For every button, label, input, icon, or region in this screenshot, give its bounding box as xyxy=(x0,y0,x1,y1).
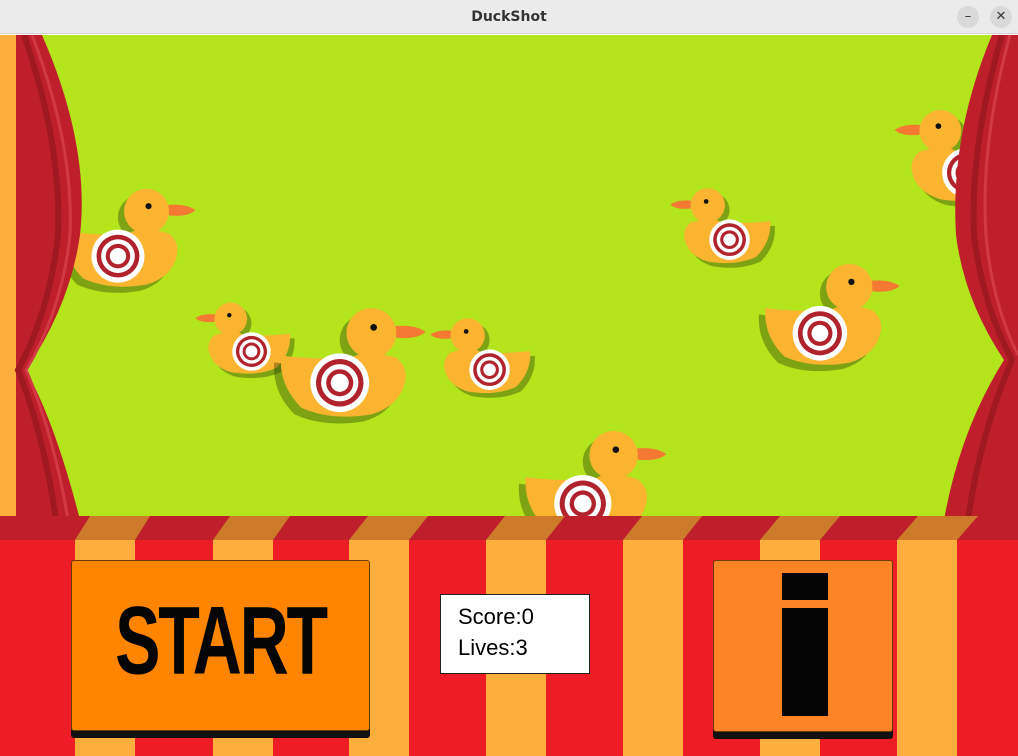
start-button[interactable]: START xyxy=(71,560,370,731)
info-button[interactable] xyxy=(713,560,893,732)
score-line: Score:0 xyxy=(458,601,589,632)
window-title: DuckShot xyxy=(471,9,547,25)
minimize-button[interactable]: – xyxy=(957,6,979,28)
lives-line: Lives:3 xyxy=(458,632,589,663)
score-label: Score: xyxy=(458,604,522,629)
info-i-icon xyxy=(782,573,828,716)
window-titlebar: DuckShot – ✕ xyxy=(0,0,1018,34)
lives-value: 3 xyxy=(515,635,528,660)
start-label: START xyxy=(115,587,328,695)
game-scene: START Score:0 Lives:3 xyxy=(0,35,1018,756)
close-button[interactable]: ✕ xyxy=(990,6,1012,28)
score-value: 0 xyxy=(521,604,534,629)
lives-label: Lives: xyxy=(458,635,516,660)
counter-top xyxy=(0,516,1018,540)
score-panel: Score:0 Lives:3 xyxy=(440,594,590,674)
